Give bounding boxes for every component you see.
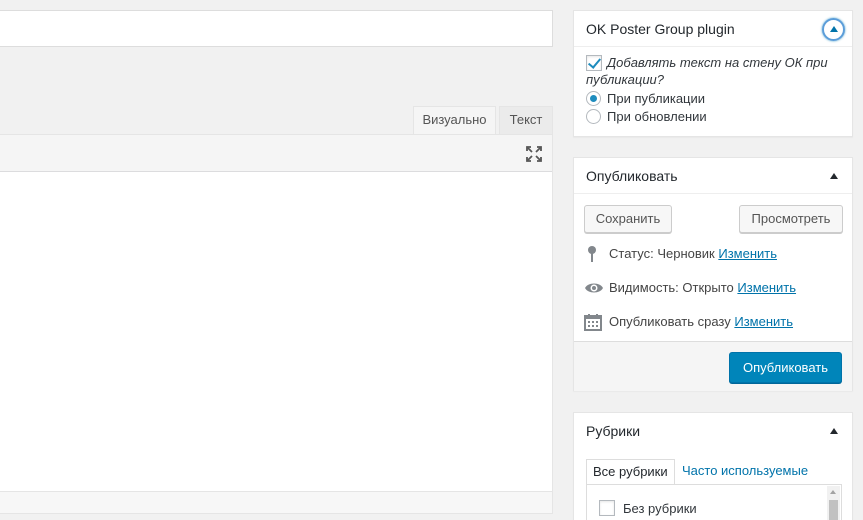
radio-on-publish-label: При публикации [607, 91, 706, 106]
schedule-edit-link[interactable]: Изменить [734, 314, 793, 329]
category-item[interactable]: Без рубрики [599, 500, 799, 517]
scroll-thumb[interactable] [829, 500, 838, 520]
calendar-icon [584, 313, 602, 331]
status-text: Статус: Черновик [609, 246, 715, 261]
collapse-toggle-icon[interactable] [822, 18, 845, 41]
pin-icon [584, 245, 602, 263]
visibility-text: Видимость: Открыто [609, 280, 734, 295]
radio-on-update[interactable] [586, 109, 601, 124]
ok-wall-checkbox-label-line2: публикации? [586, 72, 665, 87]
radio-on-update-label: При обновлении [607, 109, 707, 124]
save-draft-button[interactable]: Сохранить [584, 205, 672, 233]
publish-actions: Опубликовать [574, 341, 852, 391]
scroll-up-arrow-icon[interactable] [830, 490, 836, 494]
ok-poster-header: OK Poster Group plugin [574, 11, 852, 47]
tab-all-categories[interactable]: Все рубрики [586, 459, 675, 485]
radio-on-publish[interactable] [586, 91, 601, 106]
content-editor[interactable] [0, 134, 553, 514]
publish-button[interactable]: Опубликовать [729, 352, 842, 383]
status-edit-link[interactable]: Изменить [718, 246, 777, 261]
editor-toolbar [0, 135, 552, 172]
categories-box: Рубрики Все рубрики Часто используемые Б… [573, 412, 853, 520]
editor-status-bar [0, 491, 552, 513]
categories-scrollbar[interactable] [827, 486, 840, 520]
collapse-arrow-icon[interactable] [830, 173, 838, 179]
ok-wall-checkbox-label-line1: Добавлять текст на стену ОК при [607, 55, 828, 70]
publish-title: Опубликовать [586, 168, 678, 184]
preview-button[interactable]: Просмотреть [739, 205, 843, 233]
visibility-edit-link[interactable]: Изменить [737, 280, 796, 295]
ok-poster-title: OK Poster Group plugin [586, 21, 735, 37]
schedule-text: Опубликовать сразу [609, 314, 731, 329]
ok-poster-box: OK Poster Group plugin Добавлять текст н… [573, 10, 853, 137]
category-label: Без рубрики [623, 501, 697, 516]
categories-header: Рубрики [574, 413, 852, 449]
post-title-input[interactable] [0, 10, 553, 47]
categories-title: Рубрики [586, 423, 641, 439]
publish-box: Опубликовать Сохранить Просмотреть Стату… [573, 157, 853, 391]
tab-popular-categories[interactable]: Часто используемые [676, 459, 814, 485]
eye-icon [584, 279, 603, 297]
publish-header: Опубликовать [574, 158, 852, 194]
categories-list: Без рубрики [586, 484, 842, 520]
tab-visual[interactable]: Визуально [413, 106, 496, 134]
collapse-arrow-icon[interactable] [830, 428, 838, 434]
category-checkbox[interactable] [599, 500, 615, 516]
ok-wall-checkbox[interactable] [586, 55, 602, 71]
fullscreen-icon[interactable] [525, 145, 543, 163]
tab-text[interactable]: Текст [499, 106, 553, 134]
